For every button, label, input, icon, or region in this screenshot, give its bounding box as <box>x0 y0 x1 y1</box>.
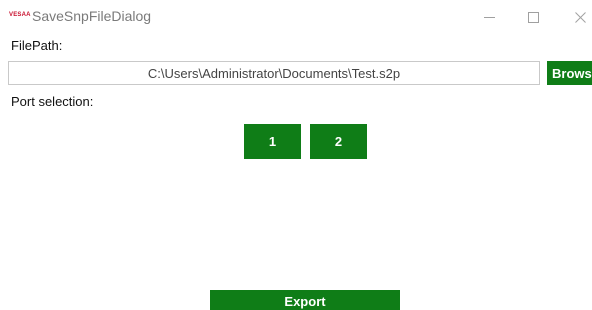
export-button-label: Export <box>284 293 326 309</box>
filepath-value: C:\Users\Administrator\Documents\Test.s2… <box>147 65 401 81</box>
minimize-icon <box>483 16 495 18</box>
close-icon <box>574 11 586 23</box>
maximize-icon <box>527 11 539 23</box>
save-snp-dialog: VESAA SaveSnpFileDialog FilePath: C:\Use… <box>0 0 592 310</box>
window-title: SaveSnpFileDialog <box>32 8 152 24</box>
export-button[interactable]: Export <box>210 290 400 310</box>
filepath-label: FilePath: <box>11 38 63 53</box>
minimize-button[interactable] <box>474 5 504 29</box>
browse-button-label: Browse <box>552 65 592 81</box>
port-1-button[interactable]: 1 <box>244 124 301 159</box>
title-bar[interactable]: VESAA SaveSnpFileDialog <box>0 0 592 34</box>
port-2-label: 2 <box>334 134 343 149</box>
app-logo: VESAA <box>9 12 31 18</box>
filepath-input[interactable]: C:\Users\Administrator\Documents\Test.s2… <box>8 61 540 85</box>
port-2-button[interactable]: 2 <box>310 124 367 159</box>
browse-button[interactable]: Browse <box>547 61 592 85</box>
port-1-label: 1 <box>268 134 277 149</box>
close-button[interactable] <box>565 5 592 29</box>
maximize-button[interactable] <box>518 5 548 29</box>
port-selection-label: Port selection: <box>11 94 94 109</box>
